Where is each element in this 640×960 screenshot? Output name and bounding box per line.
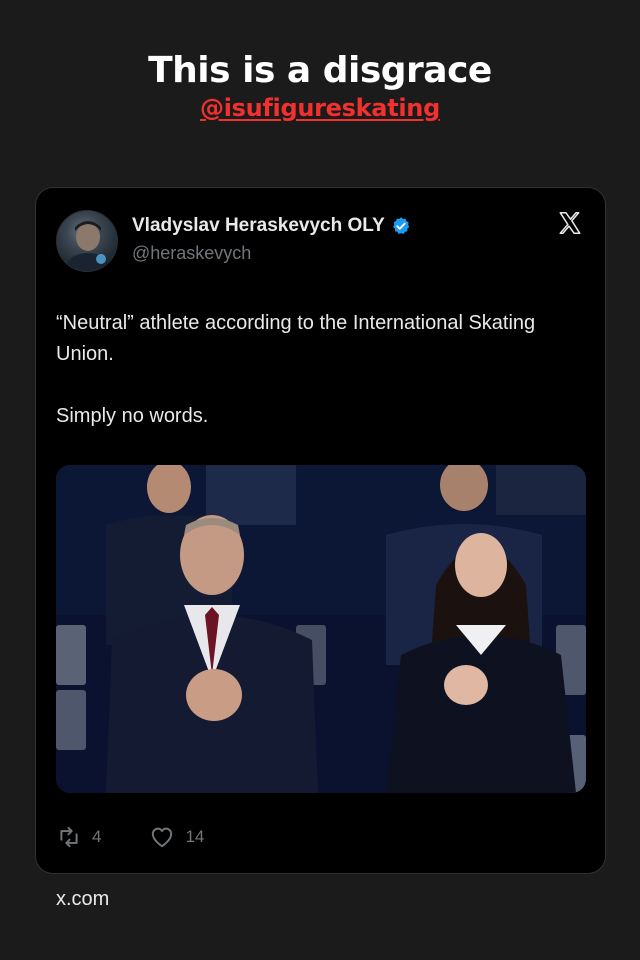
overlay-handle-link[interactable]: @isufigureskating (0, 94, 640, 122)
retweet-count: 4 (92, 827, 102, 846)
tweet-text-line: Simply no words. (56, 405, 209, 427)
source-label[interactable]: x.com (56, 888, 109, 911)
verified-badge-icon (391, 216, 411, 236)
tweet-photo[interactable] (56, 465, 586, 793)
like-count: 14 (185, 827, 205, 846)
tweet-card[interactable]: Vladyslav Heraskevych OLY @heraskevych “… (35, 187, 606, 874)
author-name-text: Vladyslav Heraskevych OLY (132, 215, 385, 236)
like-action[interactable]: 14 (149, 824, 204, 850)
overlay-headline: This is a disgrace (148, 50, 492, 91)
tweet-actions: 4 14 (56, 824, 204, 850)
retweet-icon (60, 826, 78, 848)
tweet-text-line: “Neutral” athlete according to the Inter… (56, 312, 536, 365)
heart-icon (152, 827, 173, 848)
author-avatar[interactable] (56, 210, 118, 272)
author-name[interactable]: Vladyslav Heraskevych OLY (132, 215, 411, 237)
x-logo-icon[interactable] (557, 210, 583, 236)
tweet-text: “Neutral” athlete according to the Inter… (56, 308, 576, 432)
retweet-action[interactable]: 4 (56, 824, 101, 850)
author-handle[interactable]: @heraskevych (132, 243, 251, 264)
